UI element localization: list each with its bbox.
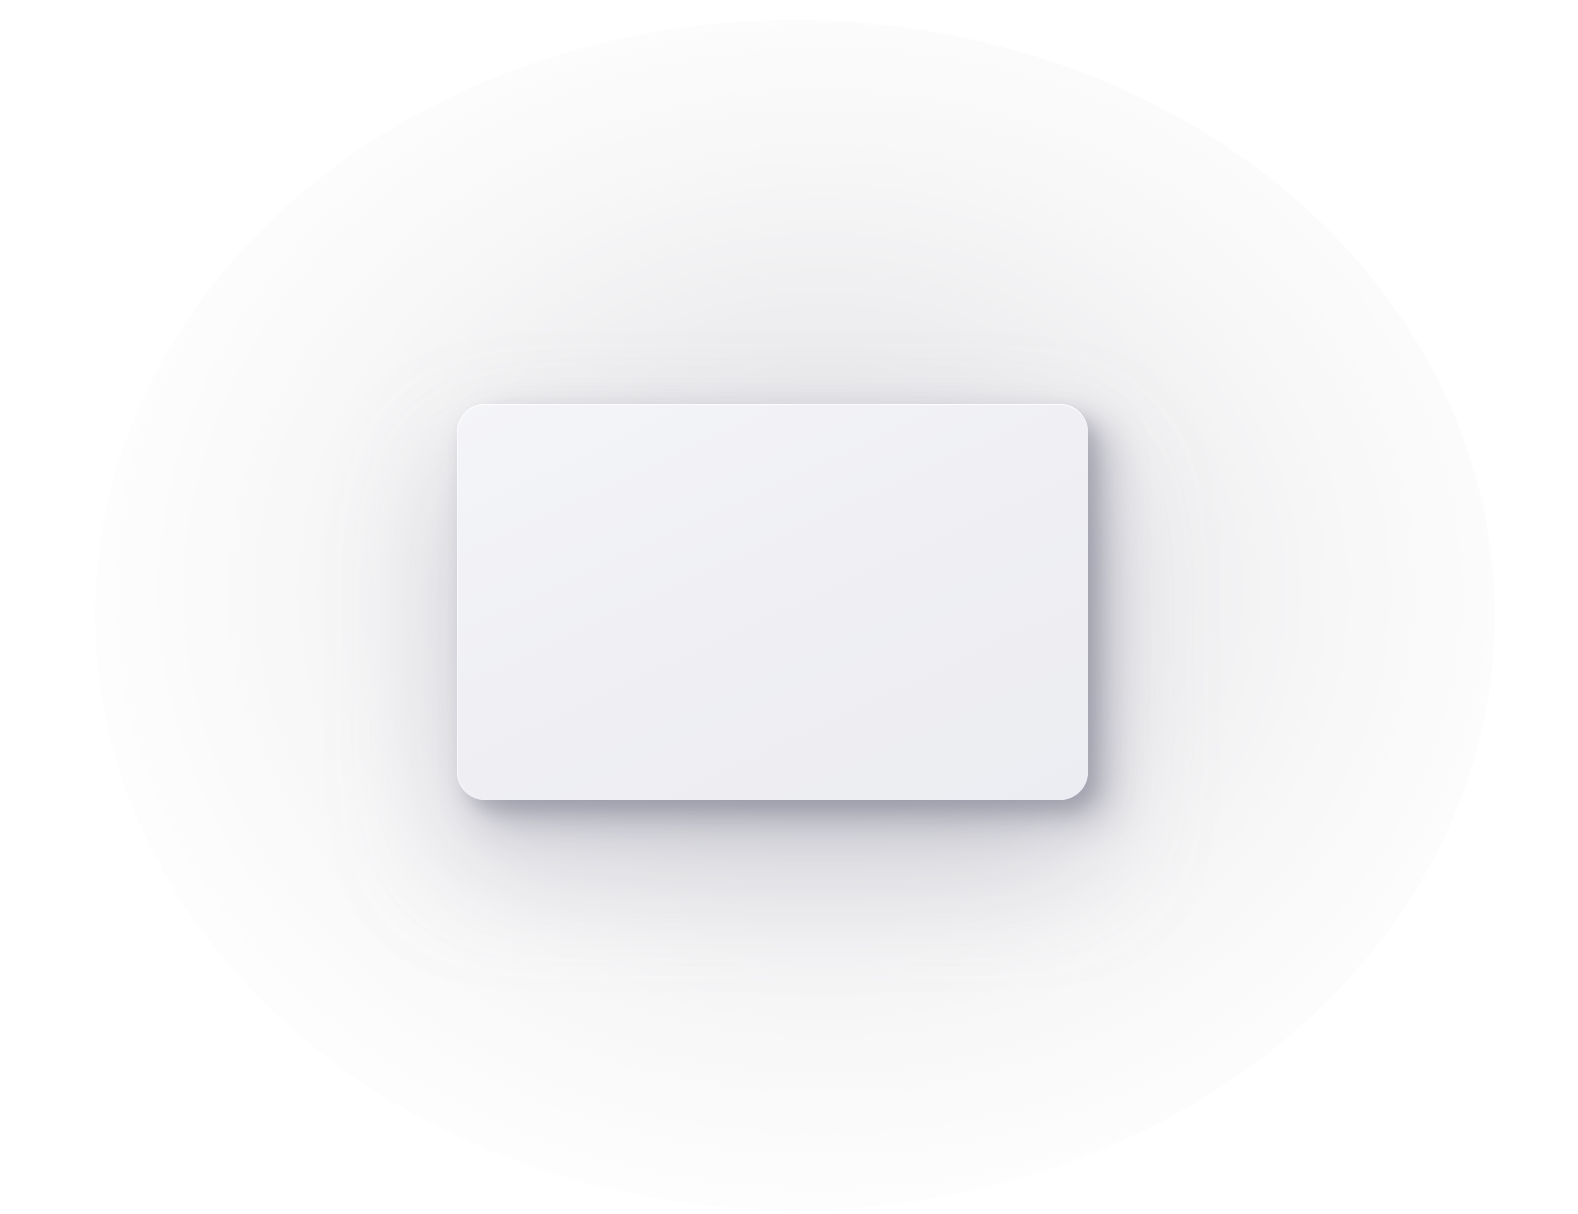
blank-card[interactable] (457, 404, 1088, 800)
canvas (0, 0, 1578, 1214)
